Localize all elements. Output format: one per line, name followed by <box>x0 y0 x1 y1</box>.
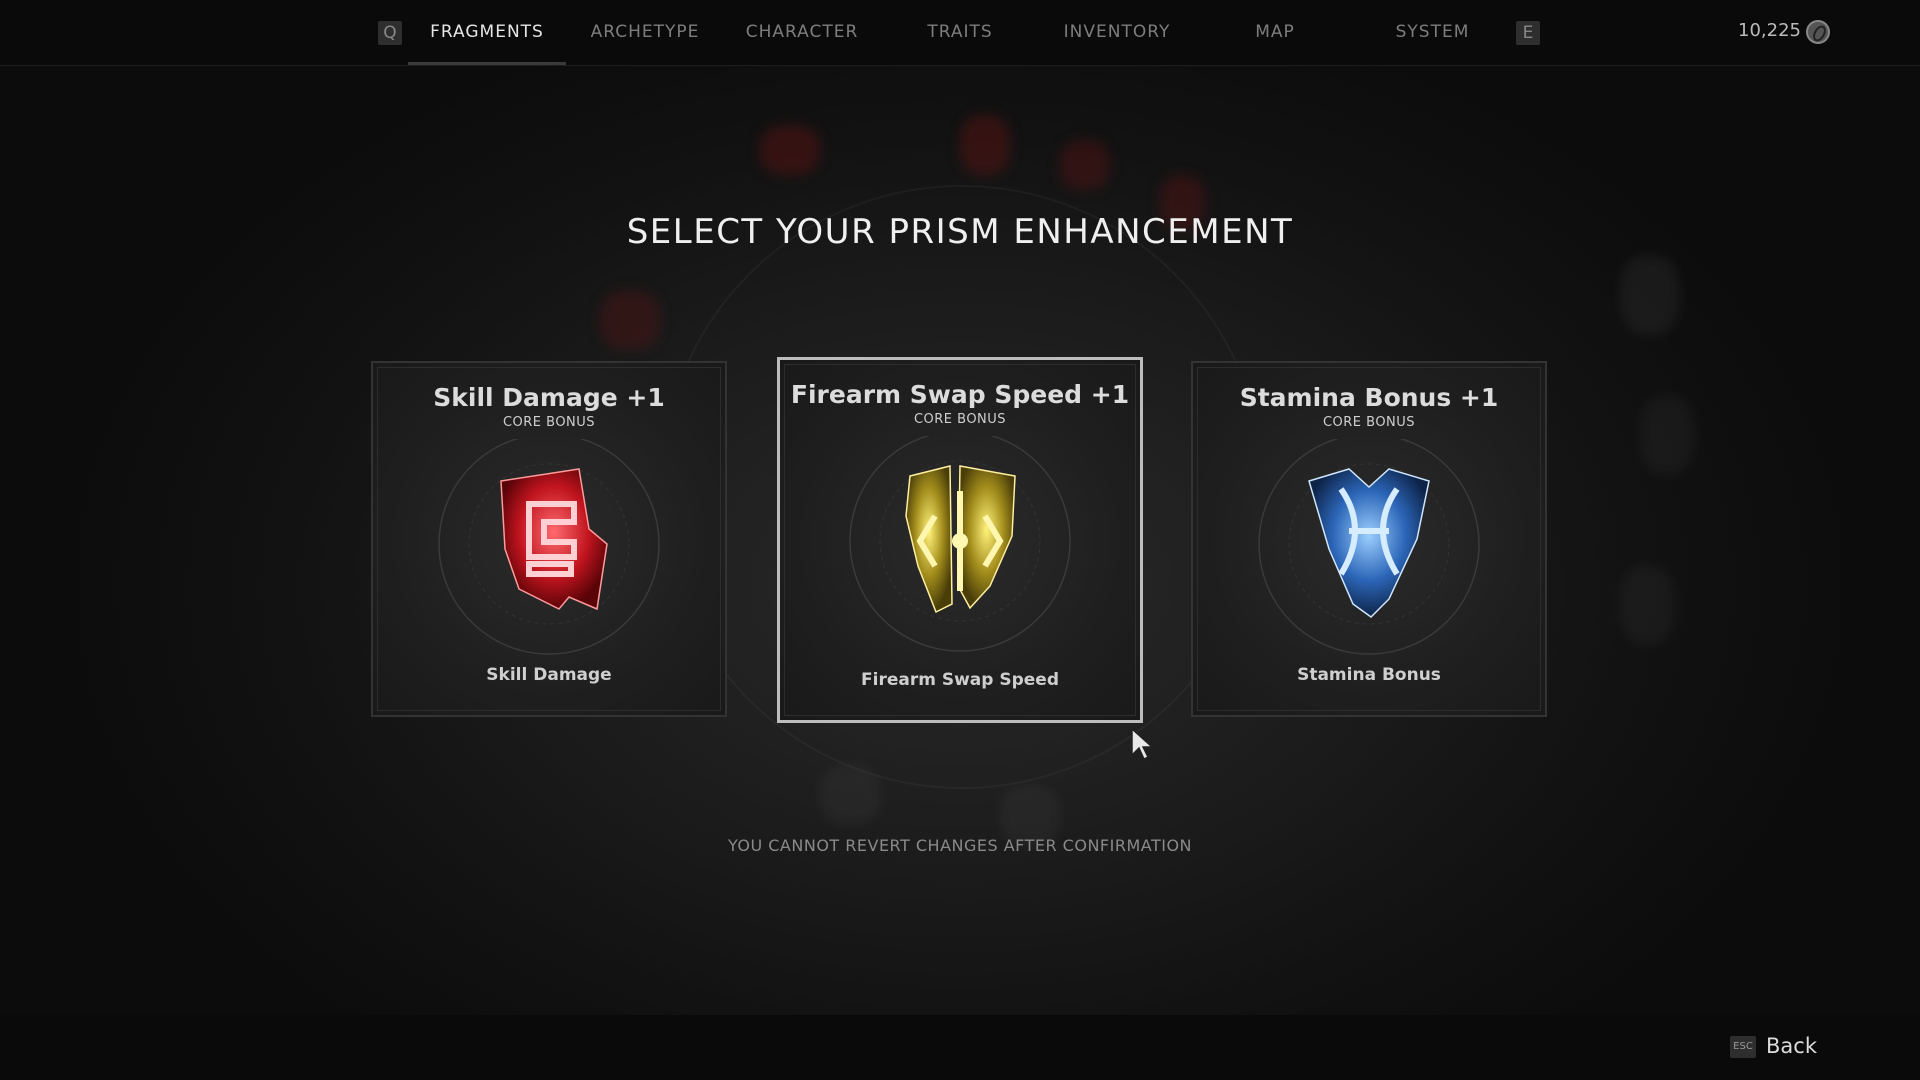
page-title: SELECT YOUR PRISM ENHANCEMENT <box>626 212 1294 252</box>
tab-traits[interactable]: TRAITS <box>910 0 1010 65</box>
next-tab-key[interactable]: E <box>1516 21 1540 45</box>
mouse-cursor-icon <box>1131 727 1154 761</box>
tab-archetype[interactable]: ARCHETYPE <box>580 0 710 65</box>
prev-tab-key[interactable]: Q <box>378 21 402 45</box>
back-button[interactable]: Back <box>1766 1034 1817 1058</box>
esc-key[interactable]: ESC <box>1730 1036 1756 1058</box>
background-fragment <box>1620 255 1680 335</box>
card-subtitle: CORE BONUS <box>1322 415 1416 430</box>
card-name: Stamina Bonus <box>1297 665 1441 685</box>
background-fragment <box>600 290 660 350</box>
card-name: Skill Damage <box>486 665 612 685</box>
tab-system[interactable]: SYSTEM <box>1380 0 1485 65</box>
card-name: Firearm Swap Speed <box>861 670 1059 690</box>
background-fragment <box>760 125 820 175</box>
gold-fragment-icon <box>849 436 1071 652</box>
scrap-coin-icon <box>1806 20 1830 44</box>
card-subtitle: CORE BONUS <box>502 415 596 430</box>
background-fragment <box>1060 140 1110 190</box>
blue-fragment-icon <box>1258 439 1480 655</box>
enhancement-card-stamina-bonus[interactable]: Stamina Bonus +1 CORE BONUS Stamina Bonu… <box>1191 361 1547 717</box>
card-title: Skill Damage +1 <box>433 383 665 412</box>
card-title: Firearm Swap Speed +1 <box>790 380 1130 409</box>
tab-inventory[interactable]: INVENTORY <box>1055 0 1179 65</box>
tab-fragments[interactable]: FRAGMENTS <box>408 0 566 65</box>
tab-map[interactable]: MAP <box>1225 0 1325 65</box>
currency-amount: 10,225 <box>1738 20 1801 41</box>
enhancement-card-skill-damage[interactable]: Skill Damage +1 CORE BONUS Skill Damage <box>371 361 727 717</box>
background-fragment <box>960 115 1010 175</box>
enhancement-card-firearm-swap-speed[interactable]: Firearm Swap Speed +1 CORE BONUS Firearm… <box>777 357 1143 723</box>
background-fragment <box>1640 395 1695 475</box>
background-fragment <box>1620 565 1675 645</box>
confirmation-warning: YOU CANNOT REVERT CHANGES AFTER CONFIRMA… <box>727 836 1193 855</box>
top-nav-bar: Q FRAGMENTS ARCHETYPE CHARACTER TRAITS I… <box>0 0 1920 66</box>
card-title: Stamina Bonus +1 <box>1239 383 1499 412</box>
card-subtitle: CORE BONUS <box>913 412 1007 427</box>
tab-character[interactable]: CHARACTER <box>735 0 869 65</box>
red-fragment-icon <box>438 439 660 655</box>
background-fragment <box>820 765 880 825</box>
footer-bar <box>0 1015 1920 1080</box>
